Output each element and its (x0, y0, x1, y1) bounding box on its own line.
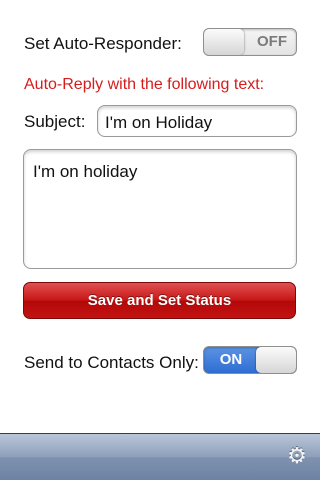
toggle-knob (256, 347, 296, 373)
gear-icon[interactable]: ⚙ (286, 445, 308, 467)
subject-label: Subject: (24, 112, 86, 131)
auto-responder-toggle-text: OFF (257, 33, 287, 50)
subject-input-value: I'm on Holiday (105, 113, 213, 132)
subject-input[interactable]: I'm on Holiday (97, 105, 297, 137)
contacts-only-toggle-text: ON (219, 351, 243, 368)
auto-responder-toggle[interactable]: OFF (203, 28, 297, 56)
bottom-toolbar: ⚙ (0, 433, 320, 480)
reply-body-textarea[interactable]: I'm on holiday (23, 149, 297, 269)
auto-responder-label: Set Auto-Responder: (24, 34, 182, 53)
reply-body-text: I'm on holiday (33, 162, 138, 181)
save-and-set-status-button[interactable]: Save and Set Status (23, 282, 296, 319)
toggle-knob (204, 29, 244, 55)
contacts-only-toggle[interactable]: ON (203, 346, 297, 374)
auto-reply-heading: Auto-Reply with the following text: (24, 76, 265, 93)
contacts-only-label: Send to Contacts Only: (24, 353, 199, 372)
